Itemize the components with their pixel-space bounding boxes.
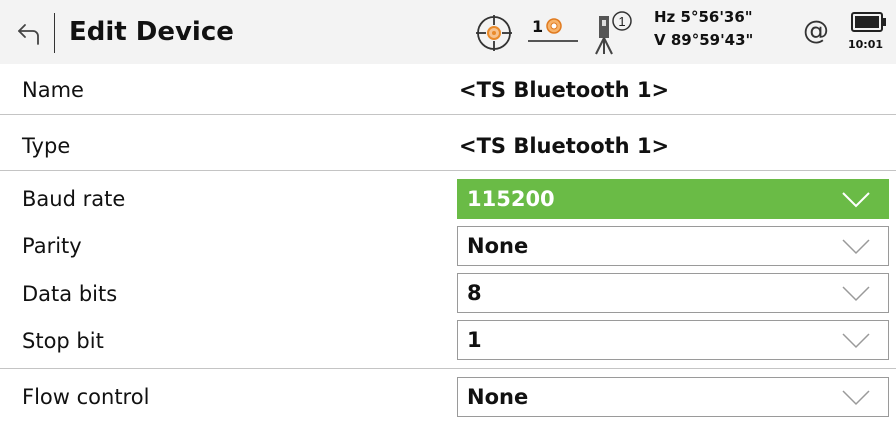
data-bits-label: Data bits: [22, 282, 118, 306]
row-divider: [0, 368, 896, 369]
chevron-down-icon: [842, 192, 870, 208]
baud-rate-value: 115200: [467, 187, 555, 211]
row-divider: [0, 114, 896, 115]
flow-control-value: None: [467, 385, 529, 409]
prism-count: 1: [532, 17, 544, 36]
type-value: <TS Bluetooth 1>: [459, 134, 670, 158]
battery-icon[interactable]: [851, 12, 887, 32]
stop-bit-value: 1: [467, 328, 482, 352]
flow-control-dropdown[interactable]: None: [457, 377, 889, 417]
header-separator: [54, 13, 55, 53]
prism-icon[interactable]: [546, 18, 562, 34]
stop-bit-label: Stop bit: [22, 329, 104, 353]
instrument-icon[interactable]: 1: [593, 10, 633, 56]
clock: 10:01: [848, 38, 884, 51]
parity-label: Parity: [22, 234, 82, 258]
v-angle-readout: V 89°59'43": [654, 31, 754, 49]
parity-value: None: [467, 234, 529, 258]
data-bits-dropdown[interactable]: 8: [457, 273, 889, 313]
baud-rate-dropdown[interactable]: 115200: [457, 179, 889, 219]
stop-bit-dropdown[interactable]: 1: [457, 320, 889, 360]
chevron-down-icon: [842, 333, 870, 349]
row-divider: [0, 170, 896, 171]
page-title: Edit Device: [69, 17, 234, 47]
prism-underline: [528, 40, 578, 42]
chevron-down-icon: [842, 286, 870, 302]
flow-control-label: Flow control: [22, 385, 150, 409]
header-bar: Edit Device 1 1 Hz 5°56'36" V 89°59'43" …: [0, 0, 896, 64]
type-label: Type: [22, 134, 71, 158]
name-label: Name: [22, 78, 84, 102]
name-value: <TS Bluetooth 1>: [459, 78, 670, 102]
chevron-down-icon: [842, 390, 870, 406]
baud-rate-label: Baud rate: [22, 187, 126, 211]
data-bits-value: 8: [467, 281, 482, 305]
at-icon[interactable]: @: [803, 16, 829, 46]
target-icon[interactable]: [475, 14, 513, 52]
hz-angle-readout: Hz 5°56'36": [654, 8, 753, 26]
chevron-down-icon: [842, 239, 870, 255]
instrument-number: 1: [618, 14, 625, 29]
back-icon[interactable]: [16, 20, 42, 46]
parity-dropdown[interactable]: None: [457, 226, 889, 266]
